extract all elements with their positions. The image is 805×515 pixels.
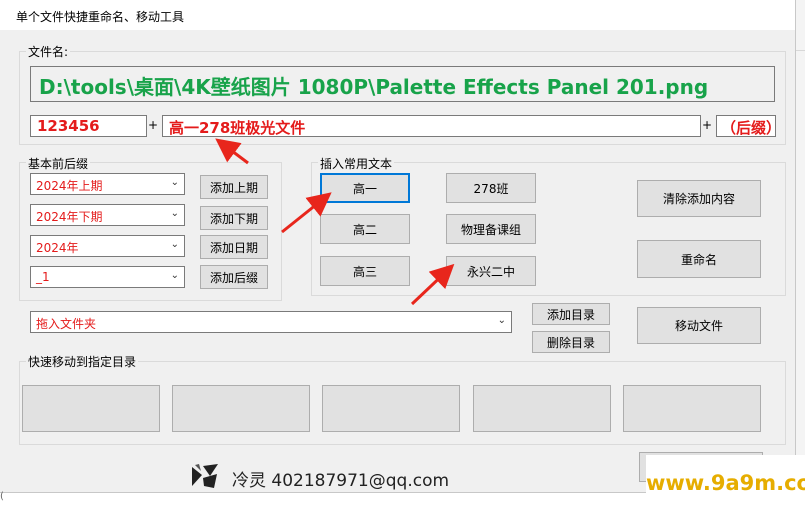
background-strip	[796, 0, 805, 515]
chevron-down-icon: ⌄	[497, 315, 506, 326]
author-contact: 冷灵 402187971@qq.com	[232, 471, 450, 491]
combo-value: 2024年下期	[36, 210, 103, 224]
suffix-input-value: （后缀）	[721, 119, 776, 137]
clear-added-button[interactable]: 清除添加内容	[637, 180, 761, 217]
year-combo[interactable]: 2024年 ⌄	[30, 235, 185, 257]
insert-gaosan-button[interactable]: 高三	[320, 256, 410, 286]
chevron-down-icon: ⌄	[170, 208, 179, 219]
insert-gaoyi-button[interactable]: 高一	[320, 173, 410, 203]
quick-dir-button-4[interactable]	[473, 385, 611, 432]
combo-value: 拖入文件夹	[36, 317, 97, 331]
common-text-group-label: 插入常用文本	[318, 155, 395, 172]
filename-group-label: 文件名:	[26, 43, 71, 60]
quick-dir-button-5[interactable]	[623, 385, 761, 432]
add-term2-button[interactable]: 添加下期	[200, 206, 268, 230]
edge-glyph: (	[0, 491, 4, 502]
path-display: D:\tools\桌面\4K壁纸图片 1080P\Palette Effects…	[30, 66, 775, 102]
insert-gaoer-button[interactable]: 高二	[320, 214, 410, 244]
title-bar: 单个文件快捷重命名、移动工具	[0, 0, 795, 30]
insert-class-button[interactable]: 278班	[446, 173, 536, 203]
plus-sign: +	[148, 118, 159, 132]
author-logo-icon	[192, 464, 218, 488]
insert-group-button[interactable]: 物理备课组	[446, 214, 536, 244]
button-label: 高二	[352, 222, 377, 237]
path-text: D:\tools\桌面\4K壁纸图片 1080P\Palette Effects…	[39, 75, 709, 99]
insert-school-button[interactable]: 永兴二中	[446, 256, 536, 286]
chevron-down-icon: ⌄	[170, 239, 179, 250]
quick-dir-button-1[interactable]	[22, 385, 160, 432]
combo-value: 2024年上期	[36, 179, 103, 193]
combo-value: 2024年	[36, 241, 79, 255]
watermark-text: www.9a9m.com	[646, 471, 805, 495]
middle-text-input[interactable]: 高一278班极光文件	[162, 115, 701, 137]
folder-combo[interactable]: 拖入文件夹 ⌄	[30, 311, 512, 333]
suffix-input[interactable]: （后缀）	[716, 115, 776, 137]
quick-dir-button-3[interactable]	[322, 385, 460, 432]
plus-sign: +	[702, 118, 713, 132]
quick-dir-button-2[interactable]	[172, 385, 310, 432]
middle-text-input-value: 高一278班极光文件	[169, 119, 306, 137]
suffix-combo[interactable]: _1 ⌄	[30, 266, 185, 288]
term2-combo[interactable]: 2024年下期 ⌄	[30, 204, 185, 226]
delete-directory-button[interactable]: 删除目录	[532, 331, 610, 353]
add-directory-button[interactable]: 添加目录	[532, 303, 610, 325]
add-suffix-button[interactable]: 添加后缀	[200, 265, 268, 289]
basic-affix-group-label: 基本前后缀	[26, 155, 91, 172]
add-date-button[interactable]: 添加日期	[200, 235, 268, 259]
add-term1-button[interactable]: 添加上期	[200, 175, 268, 199]
chevron-down-icon: ⌄	[170, 177, 179, 188]
divider	[796, 50, 805, 51]
move-file-button[interactable]: 移动文件	[637, 307, 761, 344]
quick-move-group-label: 快速移动到指定目录	[26, 353, 139, 370]
term1-combo[interactable]: 2024年上期 ⌄	[30, 173, 185, 195]
prefix-input-value: 123456	[37, 117, 100, 135]
watermark: www.9a9m.com	[646, 455, 805, 515]
chevron-down-icon: ⌄	[170, 270, 179, 281]
window-title: 单个文件快捷重命名、移动工具	[16, 10, 185, 24]
rename-button[interactable]: 重命名	[637, 240, 761, 278]
app-window: 单个文件快捷重命名、移动工具 文件名: D:\tools\桌面\4K壁纸图片 1…	[0, 0, 796, 493]
combo-value: _1	[36, 270, 50, 284]
prefix-input[interactable]: 123456	[30, 115, 147, 137]
